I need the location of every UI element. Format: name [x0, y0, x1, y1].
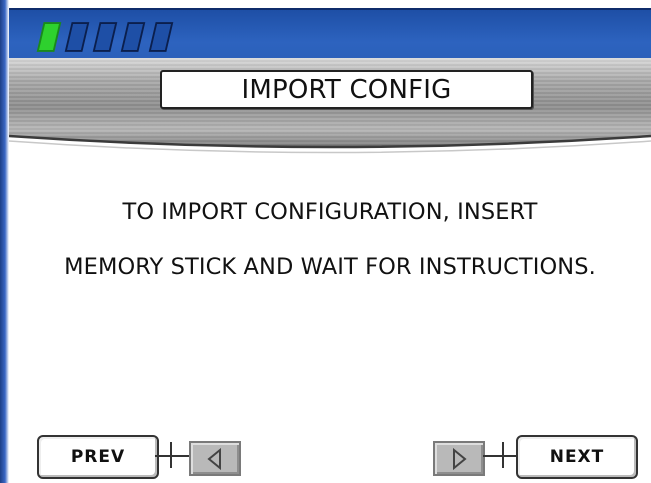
prev-arrow-button[interactable]: [189, 441, 241, 476]
step-pending: [92, 22, 118, 52]
step-pending: [148, 22, 174, 52]
step-progress-indicator: [36, 20, 174, 56]
prev-button[interactable]: PREV: [37, 435, 159, 479]
prev-connector: [155, 455, 171, 457]
next-connector-line: [483, 455, 503, 457]
prev-connector-line: [170, 455, 189, 457]
triangle-left-icon: [207, 447, 221, 470]
screen-left-border: [0, 0, 9, 483]
device-screen: IMPORT CONFIG TO IMPORT CONFIGURATION, I…: [0, 0, 651, 483]
step-pending: [120, 22, 146, 52]
next-connector: [502, 455, 516, 457]
instruction-line-1: TO IMPORT CONFIGURATION, INSERT: [122, 199, 538, 225]
page-title: IMPORT CONFIG: [160, 70, 533, 109]
triangle-right-icon: [453, 447, 467, 470]
instruction-line-2: MEMORY STICK AND WAIT FOR INSTRUCTIONS.: [64, 254, 596, 280]
step-complete: [36, 22, 62, 52]
next-arrow-button[interactable]: [433, 441, 485, 476]
next-button[interactable]: NEXT: [516, 435, 638, 479]
step-pending: [64, 22, 90, 52]
